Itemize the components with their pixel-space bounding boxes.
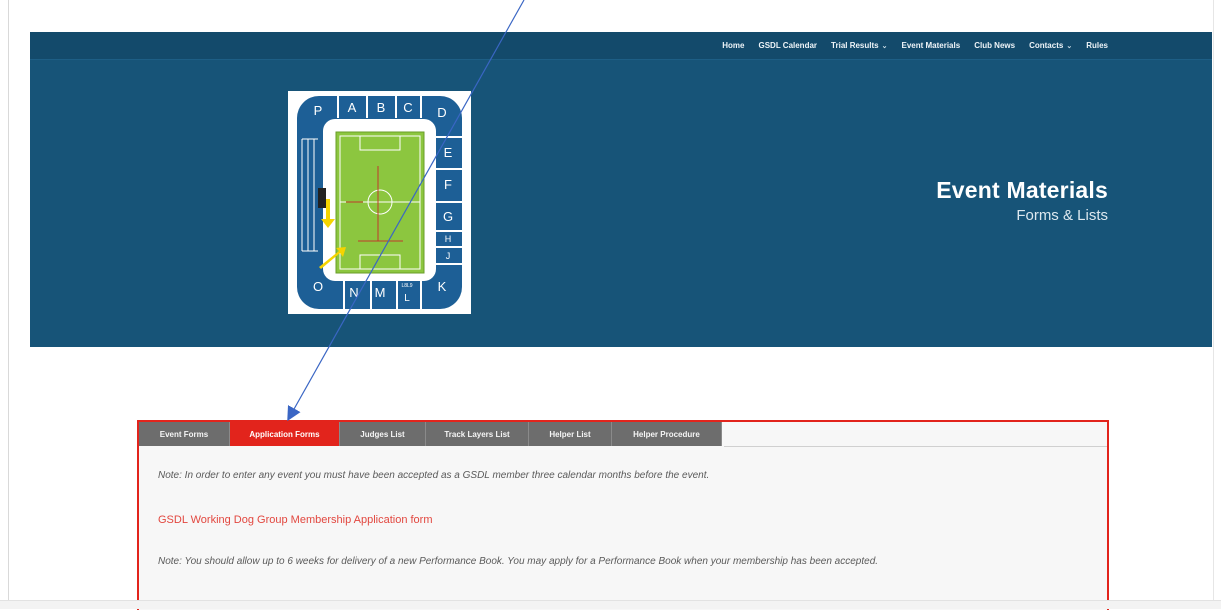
svg-text:P: P	[314, 103, 323, 118]
tab-event-forms[interactable]: Event Forms	[139, 422, 230, 446]
nav-item-label: Home	[722, 41, 745, 50]
tab-strip: Event Forms Application Forms Judges Lis…	[139, 422, 722, 446]
nav-menu: Home GSDL Calendar Trial Results ⌄ Event…	[722, 32, 1108, 59]
tab-label: Helper Procedure	[633, 429, 700, 439]
stadium-seating-map-image: P A B C D E F G H J K O N M L L8L9	[288, 91, 471, 314]
nav-item-club-news[interactable]: Club News	[974, 41, 1015, 50]
tab-helper-list[interactable]: Helper List	[529, 422, 612, 446]
svg-text:N: N	[349, 285, 358, 300]
page-frame-left	[8, 0, 9, 608]
nav-item-label: Trial Results	[831, 41, 879, 50]
svg-text:F: F	[444, 177, 452, 192]
nav-item-label: Event Materials	[901, 41, 961, 50]
page-subtitle: Forms & Lists	[1016, 207, 1108, 224]
top-navigation: Home GSDL Calendar Trial Results ⌄ Event…	[30, 32, 1212, 60]
tab-strip-filler	[724, 422, 1107, 447]
svg-text:A: A	[348, 100, 357, 115]
svg-text:M: M	[375, 285, 386, 300]
nav-item-rules[interactable]: Rules	[1086, 41, 1108, 50]
tab-label: Judges List	[360, 429, 405, 439]
tab-label: Track Layers List	[444, 429, 510, 439]
stadium-map-graphic: P A B C D E F G H J K O N M L L8L9	[297, 96, 462, 309]
svg-text:L: L	[404, 293, 410, 304]
svg-text:H: H	[445, 234, 452, 244]
membership-application-link[interactable]: GSDL Working Dog Group Membership Applic…	[158, 514, 433, 526]
performance-book-note: Note: You should allow up to 6 weeks for…	[158, 556, 879, 567]
nav-item-contacts[interactable]: Contacts ⌄	[1029, 41, 1072, 50]
hero-banner: Home GSDL Calendar Trial Results ⌄ Event…	[30, 32, 1212, 347]
nav-item-label: Rules	[1086, 41, 1108, 50]
tab-helper-procedure[interactable]: Helper Procedure	[612, 422, 722, 446]
materials-tabs-panel: Event Forms Application Forms Judges Lis…	[137, 420, 1109, 610]
nav-item-label: Club News	[974, 41, 1016, 50]
nav-item-label: GSDL Calendar	[758, 41, 818, 50]
tab-label: Helper List	[549, 429, 591, 439]
chevron-down-icon: ⌄	[881, 42, 888, 50]
membership-note: Note: In order to enter any event you mu…	[158, 470, 710, 481]
svg-text:G: G	[443, 209, 453, 224]
svg-text:B: B	[377, 100, 386, 115]
svg-text:O: O	[313, 279, 323, 294]
tab-label: Event Forms	[159, 429, 209, 439]
svg-text:D: D	[437, 105, 446, 120]
svg-text:L8L9: L8L9	[401, 283, 412, 289]
page-frame-right	[1213, 0, 1214, 608]
nav-item-gsdl-calendar[interactable]: GSDL Calendar	[758, 41, 817, 50]
page-title: Event Materials	[936, 177, 1108, 203]
nav-item-trial-results[interactable]: Trial Results ⌄	[831, 41, 887, 50]
svg-text:J: J	[446, 251, 451, 261]
nav-item-home[interactable]: Home	[722, 41, 744, 50]
svg-text:C: C	[403, 100, 412, 115]
nav-item-event-materials[interactable]: Event Materials	[901, 41, 960, 50]
chevron-down-icon: ⌄	[1066, 42, 1073, 50]
tab-track-layers-list[interactable]: Track Layers List	[426, 422, 529, 446]
nav-item-label: Contacts	[1029, 41, 1064, 50]
tab-label: Application Forms	[249, 429, 320, 439]
page-heading: Event Materials Forms & Lists	[936, 177, 1108, 224]
tab-application-forms[interactable]: Application Forms	[230, 422, 340, 446]
svg-text:E: E	[444, 145, 453, 160]
tab-judges-list[interactable]: Judges List	[340, 422, 426, 446]
svg-text:K: K	[438, 279, 447, 294]
